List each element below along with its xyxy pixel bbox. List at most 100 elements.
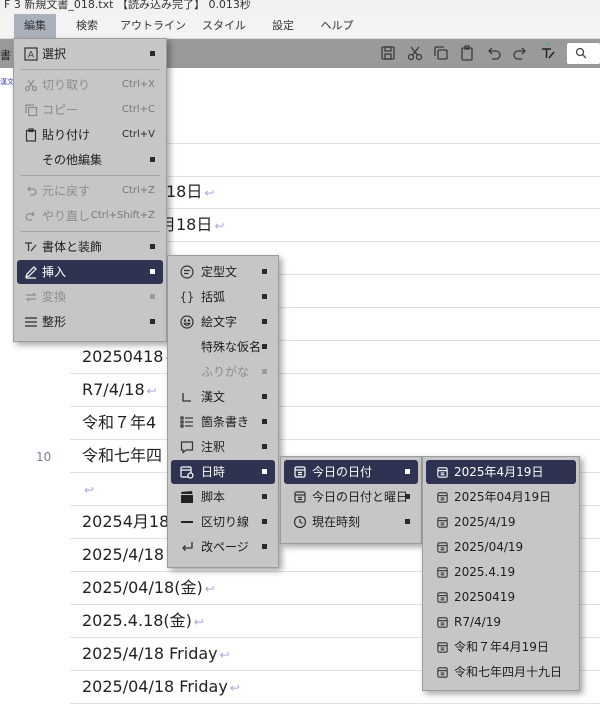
font-decoration-icon[interactable]: [538, 43, 558, 63]
menu-item-current-time[interactable]: 現在時刻: [284, 510, 418, 534]
menu-item-script[interactable]: 脚本: [171, 485, 275, 509]
menu-item-date-format[interactable]: 2025年4月19日: [426, 460, 576, 484]
clapperboard-icon: [179, 489, 195, 505]
menu-search[interactable]: 検索: [66, 14, 108, 38]
paste-icon: [23, 127, 39, 143]
format-lines-icon: [23, 314, 39, 330]
menu-item-annotation[interactable]: 注釈: [171, 435, 275, 459]
line-number: 10: [36, 450, 52, 464]
menu-edit[interactable]: 編集: [14, 14, 56, 38]
menu-item-redo[interactable]: やり直し Ctrl+Shift+Z: [17, 204, 163, 228]
edit-menu: A 選択 切り取り Ctrl+X コピー Ctrl+C 貼り付け Ctrl+V …: [13, 38, 167, 342]
calendar-icon: [434, 564, 450, 580]
calendar-clock-icon: [179, 464, 195, 480]
line-rule: [70, 373, 600, 374]
submenu-arrow: [150, 51, 155, 56]
menu-item-furigana[interactable]: ふりがな: [171, 360, 275, 384]
submenu-arrow: [262, 544, 267, 549]
save-icon[interactable]: [378, 43, 398, 63]
page-break-icon: [179, 539, 195, 555]
window-title: F 3 新規文書_018.txt 【読み込み完了】 0.013秒: [4, 0, 251, 11]
document-tab-label[interactable]: 書: [0, 47, 11, 63]
menu-item-divider[interactable]: 区切り線: [171, 510, 275, 534]
menu-item-page-break[interactable]: 改ページ: [171, 535, 275, 559]
text-line: 令和７年4: [82, 413, 157, 432]
menu-item-datetime[interactable]: 日時: [171, 460, 275, 484]
menu-item-convert[interactable]: 変換: [17, 285, 163, 309]
menu-item-date-format[interactable]: 2025年04月19日: [426, 485, 576, 509]
line-rule: [70, 703, 600, 704]
menu-item-emoji[interactable]: 絵文字: [171, 310, 275, 334]
paste-toolbar-icon[interactable]: [457, 43, 477, 63]
submenu-arrow: [262, 269, 267, 274]
calendar-icon: [434, 664, 450, 680]
submenu-arrow: [405, 494, 410, 499]
menu-item-date-format[interactable]: 2025/4/19: [426, 510, 576, 534]
divider-icon: [179, 514, 195, 530]
menu-style[interactable]: スタイル: [198, 14, 250, 38]
search-box[interactable]: [567, 43, 600, 64]
submenu-arrow: [150, 269, 155, 274]
calendar-icon: [434, 514, 450, 530]
kanbun-icon: [179, 389, 195, 405]
menu-item-copy[interactable]: コピー Ctrl+C: [17, 98, 163, 122]
menu-item-date-format[interactable]: 20250419: [426, 585, 576, 609]
clock-icon: [292, 514, 308, 530]
redo-icon: [23, 208, 39, 224]
submenu-arrow: [262, 444, 267, 449]
window-title-bar: F 3 新規文書_018.txt 【読み込み完了】 0.013秒: [0, 0, 600, 14]
menu-item-insert[interactable]: 挿入: [17, 260, 163, 284]
menu-item-template[interactable]: 定型文: [171, 260, 275, 284]
menu-item-date-format[interactable]: 令和七年四月十九日: [426, 660, 576, 684]
submenu-arrow: [262, 344, 267, 349]
svg-text:A: A: [28, 51, 35, 61]
calendar-icon: [292, 464, 308, 480]
text-line: 2025.4.18(金) ↩: [82, 611, 204, 630]
submenu-arrow: [262, 394, 267, 399]
menu-item-date-format[interactable]: R7/4/19: [426, 610, 576, 634]
menu-outline[interactable]: アウトライン: [118, 14, 188, 38]
text-line: 20250418↩: [82, 347, 176, 366]
text-line: 20254月18: [82, 512, 170, 531]
menu-item-cut[interactable]: 切り取り Ctrl+X: [17, 73, 163, 97]
undo-toolbar-icon[interactable]: [484, 43, 504, 63]
menu-help[interactable]: ヘルプ: [316, 14, 358, 38]
calendar-icon: [434, 639, 450, 655]
line-rule: [70, 439, 600, 440]
redo-toolbar-icon[interactable]: [510, 43, 530, 63]
menu-settings[interactable]: 設定: [262, 14, 304, 38]
menu-item-font-style[interactable]: 書体と装飾: [17, 235, 163, 259]
menu-bar: 編集 検索 アウトライン スタイル 設定 ヘルプ: [0, 14, 600, 39]
menu-item-paste[interactable]: 貼り付け Ctrl+V: [17, 123, 163, 147]
braces-icon: {}: [179, 290, 195, 304]
copy-toolbar-icon[interactable]: [431, 43, 451, 63]
menu-item-format[interactable]: 整形: [17, 310, 163, 334]
submenu-arrow: [150, 157, 155, 162]
menu-item-special-kana[interactable]: 特殊な仮名: [171, 335, 275, 359]
text-line: 2025/4/18 Friday ↩: [82, 644, 230, 663]
text-line: 18日 ↩: [166, 182, 215, 201]
menu-item-date-format[interactable]: 2025.4.19: [426, 560, 576, 584]
menu-item-date-format[interactable]: 令和７年4月19日: [426, 635, 576, 659]
date-format-submenu: 2025年4月19日 2025年04月19日 2025/4/19 2025/04…: [422, 456, 580, 691]
menu-item-bullets[interactable]: 箇条書き: [171, 410, 275, 434]
menu-item-today-date-weekday[interactable]: 今日の日付と曜日: [284, 485, 418, 509]
menu-item-date-format[interactable]: 2025/04/19: [426, 535, 576, 559]
text-line: ↩: [84, 483, 95, 497]
submenu-arrow: [405, 519, 410, 524]
menu-item-kanbun[interactable]: 漢文: [171, 385, 275, 409]
calendar-icon: [434, 489, 450, 505]
submenu-arrow: [262, 369, 267, 374]
menu-item-select[interactable]: A 選択: [17, 42, 163, 66]
menu-item-today-date[interactable]: 今日の日付: [284, 460, 418, 484]
menu-item-other-edit[interactable]: その他編集: [17, 148, 163, 172]
menu-item-undo[interactable]: 元に戻す Ctrl+Z: [17, 179, 163, 203]
calendar-icon: [292, 489, 308, 505]
submenu-arrow: [262, 319, 267, 324]
font-style-icon: [23, 239, 39, 255]
cut-icon[interactable]: [405, 43, 425, 63]
menu-item-brackets[interactable]: {} 括弧: [171, 285, 275, 309]
comment-icon: [179, 439, 195, 455]
submenu-arrow: [262, 419, 267, 424]
select-all-icon: A: [23, 46, 39, 62]
